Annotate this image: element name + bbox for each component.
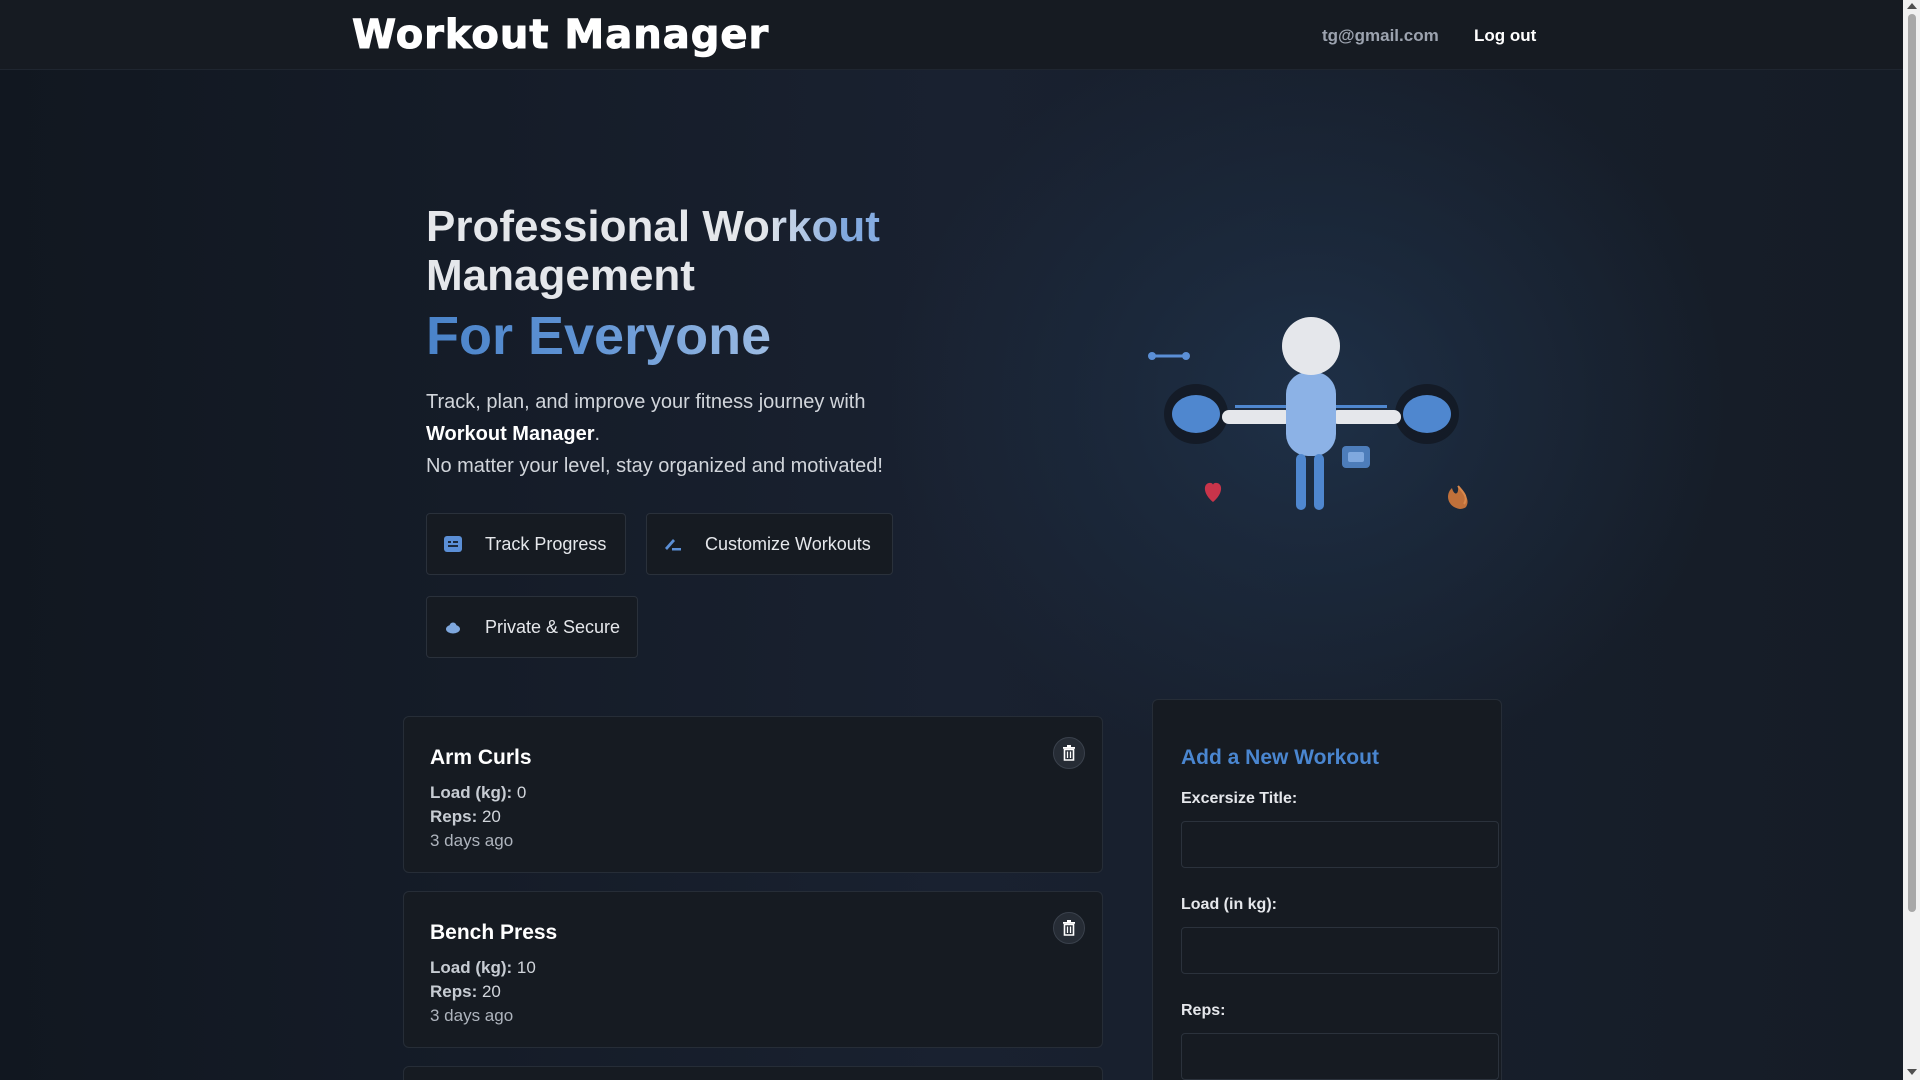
feature-label: Customize Workouts	[705, 533, 871, 554]
scroll-up-icon[interactable]	[1907, 3, 1917, 9]
barbell-small-icon	[1148, 352, 1190, 360]
workout-card: Arm Curls Load (kg): 0 Reps: 20 3 days a…	[403, 716, 1103, 873]
figure-leg-left	[1296, 454, 1306, 510]
navbar: Workout Manager tg@gmail.com Log out	[0, 0, 1903, 70]
reps-label: Reps:	[430, 807, 478, 826]
dumbbell-left	[1164, 384, 1228, 444]
hero-description-brand: Workout Manager	[426, 423, 595, 445]
feature-private-secure[interactable]: Private & Secure	[426, 596, 638, 658]
trash-icon	[1063, 745, 1075, 761]
feature-track-progress[interactable]: Track Progress	[426, 513, 626, 575]
workout-load: Load (kg): 10	[430, 958, 536, 978]
workout-reps: Reps: 20	[430, 807, 501, 827]
hero-description-period: .	[594, 423, 601, 445]
workout-time: 3 days ago	[430, 831, 514, 850]
hero-description: Track, plan, and improve your fitness jo…	[426, 386, 946, 482]
reps-value: 20	[481, 982, 501, 1001]
title-input[interactable]	[1181, 821, 1499, 868]
workout-title: Bench Press	[430, 921, 558, 944]
delete-button[interactable]	[1053, 737, 1085, 769]
load-label: Load (kg):	[430, 783, 513, 802]
scrollbar-thumb[interactable]	[1908, 14, 1916, 912]
load-input[interactable]	[1181, 927, 1499, 974]
feature-label: Private & Secure	[485, 616, 621, 637]
clipboard-icon	[1342, 446, 1370, 468]
hero-title-line2: Management	[426, 251, 695, 300]
load-value: 10	[516, 958, 536, 977]
hero-title: Professional Workout Management	[426, 202, 986, 300]
chart-icon	[443, 534, 463, 554]
load-label: Load (in kg):	[1181, 896, 1277, 913]
arm-right	[1331, 410, 1401, 424]
hero-subtitle: For Everyone	[426, 306, 772, 366]
figure-leg-right	[1314, 454, 1324, 510]
workout-card-partial	[403, 1066, 1103, 1080]
figure-head	[1282, 317, 1340, 375]
workout-reps: Reps: 20	[430, 982, 501, 1002]
delete-button[interactable]	[1053, 912, 1085, 944]
title-label: Excersize Title:	[1181, 790, 1298, 807]
brand-logo[interactable]: Workout Manager	[351, 12, 769, 59]
logout-link[interactable]: Log out	[1474, 26, 1536, 46]
workout-load: Load (kg): 0	[430, 783, 526, 803]
scroll-down-icon[interactable]	[1907, 1069, 1917, 1075]
load-label: Load (kg):	[430, 958, 513, 977]
feature-customize-workouts[interactable]: Customize Workouts	[646, 513, 893, 575]
load-value: 0	[516, 783, 527, 802]
trash-icon	[1063, 920, 1075, 936]
reps-label: Reps:	[1181, 1002, 1226, 1019]
hero-title-line1: Professional Workout	[426, 202, 986, 251]
reps-value: 20	[481, 807, 501, 826]
user-email: tg@gmail.com	[1322, 26, 1439, 45]
dumbbell-right	[1395, 384, 1459, 444]
arm-left	[1222, 410, 1292, 424]
reps-input[interactable]	[1181, 1033, 1499, 1080]
workout-time: 3 days ago	[430, 1006, 514, 1025]
workout-card: Bench Press Load (kg): 10 Reps: 20 3 day…	[403, 891, 1103, 1048]
add-workout-form: Add a New Workout Excersize Title: Load …	[1152, 699, 1502, 1080]
feature-label: Track Progress	[485, 533, 607, 554]
workout-title: Arm Curls	[430, 746, 532, 769]
weightlifter-illustration	[1148, 317, 1468, 510]
pencil-icon	[663, 534, 683, 554]
form-heading: Add a New Workout	[1181, 746, 1379, 769]
hero-description-text: Track, plan, and improve your fitness jo…	[426, 391, 866, 413]
cloud-lock-icon	[443, 617, 463, 637]
reps-label: Reps:	[430, 982, 478, 1001]
figure-torso	[1286, 372, 1336, 456]
heart-icon	[1204, 482, 1222, 502]
hero-description-motto: No matter your level, stay organized and…	[426, 455, 883, 477]
